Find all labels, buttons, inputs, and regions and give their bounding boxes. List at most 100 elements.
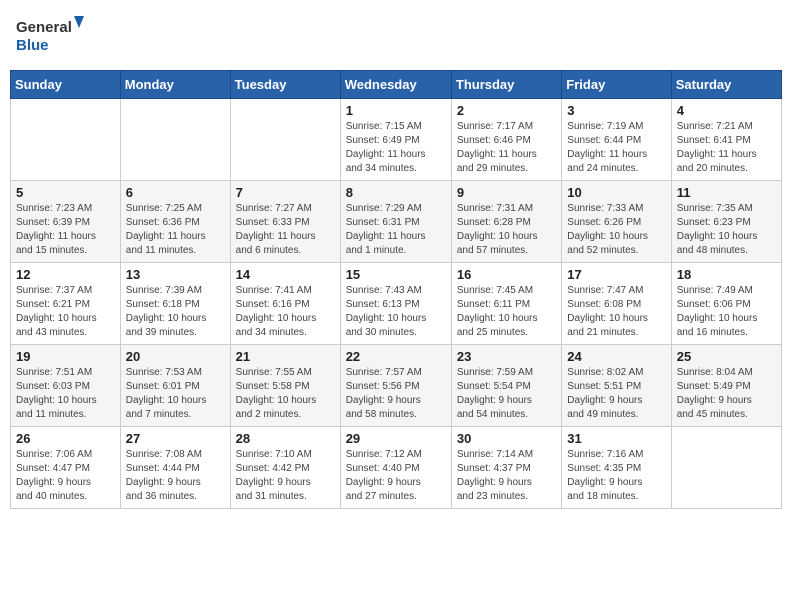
logo-svg: General Blue — [16, 14, 86, 58]
day-number: 4 — [677, 103, 776, 118]
logo: General Blue — [16, 14, 86, 58]
day-info: Sunrise: 7:55 AM Sunset: 5:58 PM Dayligh… — [236, 366, 335, 422]
weekday-header-cell: Sunday — [11, 71, 121, 99]
day-info: Sunrise: 7:29 AM Sunset: 6:31 PM Dayligh… — [346, 202, 446, 258]
calendar-cell: 5Sunrise: 7:23 AM Sunset: 6:39 PM Daylig… — [11, 181, 121, 263]
day-number: 22 — [346, 349, 446, 364]
calendar-cell: 2 Sunrise: 7:17 AM Sunset: 6:46 PM Daylig… — [451, 99, 561, 181]
weekday-header-cell: Thursday — [451, 71, 561, 99]
day-info: Sunrise: 7:39 AM Sunset: 6:18 PM Dayligh… — [126, 284, 225, 340]
day-info: Sunrise: 7:27 AM Sunset: 6:33 PM Dayligh… — [236, 202, 335, 258]
calendar-cell: 22 Sunrise: 7:57 AM Sunset: 5:56 PM Dayli… — [340, 345, 451, 427]
calendar-cell: 28 Sunrise: 7:10 AM Sunset: 4:42 PM Dayli… — [230, 427, 340, 509]
day-info: Sunrise: 7:41 AM Sunset: 6:16 PM Dayligh… — [236, 284, 335, 340]
weekday-header-cell: Saturday — [671, 71, 781, 99]
day-info: Sunrise: 7:16 AM Sunset: 4:35 PM Dayligh… — [567, 448, 665, 504]
calendar-cell: 23 Sunrise: 7:59 AM Sunset: 5:54 PM Dayli… — [451, 345, 561, 427]
day-info: Sunrise: 7:25 AM Sunset: 6:36 PM Dayligh… — [126, 202, 225, 258]
day-number: 11 — [677, 185, 776, 200]
calendar-cell: 7 Sunrise: 7:27 AM Sunset: 6:33 PM Daylig… — [230, 181, 340, 263]
day-number: 1 — [346, 103, 446, 118]
calendar-cell: 4 Sunrise: 7:21 AM Sunset: 6:41 PM Daylig… — [671, 99, 781, 181]
day-info: Sunrise: 7:17 AM Sunset: 6:46 PM Dayligh… — [457, 120, 556, 176]
day-info: Sunrise: 7:31 AM Sunset: 6:28 PM Dayligh… — [457, 202, 556, 258]
calendar-body: 1 Sunrise: 7:15 AM Sunset: 6:49 PM Daylig… — [11, 99, 782, 509]
calendar-cell: 18 Sunrise: 7:49 AM Sunset: 6:06 PM Dayli… — [671, 263, 781, 345]
calendar-week-row: 5Sunrise: 7:23 AM Sunset: 6:39 PM Daylig… — [11, 181, 782, 263]
calendar-cell: 19Sunrise: 7:51 AM Sunset: 6:03 PM Dayli… — [11, 345, 121, 427]
day-number: 30 — [457, 431, 556, 446]
calendar-cell: 15Sunrise: 7:43 AM Sunset: 6:13 PM Dayli… — [340, 263, 451, 345]
day-info: Sunrise: 7:15 AM Sunset: 6:49 PM Dayligh… — [346, 120, 446, 176]
day-info: Sunrise: 7:45 AM Sunset: 6:11 PM Dayligh… — [457, 284, 556, 340]
calendar-cell: 1 Sunrise: 7:15 AM Sunset: 6:49 PM Daylig… — [340, 99, 451, 181]
calendar-cell: 24 Sunrise: 8:02 AM Sunset: 5:51 PM Dayli… — [562, 345, 671, 427]
weekday-header-row: SundayMondayTuesdayWednesdayThursdayFrid… — [11, 71, 782, 99]
svg-text:General: General — [16, 19, 72, 36]
calendar-cell: 13 Sunrise: 7:39 AM Sunset: 6:18 PM Dayli… — [120, 263, 230, 345]
weekday-header-cell: Wednesday — [340, 71, 451, 99]
day-number: 17 — [567, 267, 665, 282]
day-number: 20 — [126, 349, 225, 364]
day-number: 8 — [346, 185, 446, 200]
calendar-table: SundayMondayTuesdayWednesdayThursdayFrid… — [10, 70, 782, 509]
calendar-cell: 12 Sunrise: 7:37 AM Sunset: 6:21 PM Dayli… — [11, 263, 121, 345]
day-info: Sunrise: 7:49 AM Sunset: 6:06 PM Dayligh… — [677, 284, 776, 340]
calendar-cell: 17 Sunrise: 7:47 AM Sunset: 6:08 PM Dayli… — [562, 263, 671, 345]
day-number: 3 — [567, 103, 665, 118]
svg-text:Blue: Blue — [16, 37, 49, 54]
calendar-cell: 10Sunrise: 7:33 AM Sunset: 6:26 PM Dayli… — [562, 181, 671, 263]
day-number: 29 — [346, 431, 446, 446]
day-info: Sunrise: 7:21 AM Sunset: 6:41 PM Dayligh… — [677, 120, 776, 176]
calendar-cell: 26 Sunrise: 7:06 AM Sunset: 4:47 PM Dayli… — [11, 427, 121, 509]
day-info: Sunrise: 7:06 AM Sunset: 4:47 PM Dayligh… — [16, 448, 115, 504]
calendar-cell: 25Sunrise: 8:04 AM Sunset: 5:49 PM Dayli… — [671, 345, 781, 427]
day-number: 15 — [346, 267, 446, 282]
day-info: Sunrise: 7:14 AM Sunset: 4:37 PM Dayligh… — [457, 448, 556, 504]
calendar-cell — [671, 427, 781, 509]
day-info: Sunrise: 7:47 AM Sunset: 6:08 PM Dayligh… — [567, 284, 665, 340]
calendar-cell — [230, 99, 340, 181]
calendar-week-row: 1 Sunrise: 7:15 AM Sunset: 6:49 PM Daylig… — [11, 99, 782, 181]
day-number: 27 — [126, 431, 225, 446]
calendar-cell: 16 Sunrise: 7:45 AM Sunset: 6:11 PM Dayli… — [451, 263, 561, 345]
day-info: Sunrise: 7:08 AM Sunset: 4:44 PM Dayligh… — [126, 448, 225, 504]
day-number: 14 — [236, 267, 335, 282]
day-info: Sunrise: 7:59 AM Sunset: 5:54 PM Dayligh… — [457, 366, 556, 422]
day-number: 13 — [126, 267, 225, 282]
day-info: Sunrise: 7:12 AM Sunset: 4:40 PM Dayligh… — [346, 448, 446, 504]
weekday-header-cell: Friday — [562, 71, 671, 99]
day-number: 31 — [567, 431, 665, 446]
day-number: 18 — [677, 267, 776, 282]
day-number: 9 — [457, 185, 556, 200]
calendar-cell: 8 Sunrise: 7:29 AM Sunset: 6:31 PM Daylig… — [340, 181, 451, 263]
day-info: Sunrise: 7:19 AM Sunset: 6:44 PM Dayligh… — [567, 120, 665, 176]
day-info: Sunrise: 8:02 AM Sunset: 5:51 PM Dayligh… — [567, 366, 665, 422]
day-number: 19 — [16, 349, 115, 364]
day-number: 2 — [457, 103, 556, 118]
day-number: 16 — [457, 267, 556, 282]
calendar-week-row: 19Sunrise: 7:51 AM Sunset: 6:03 PM Dayli… — [11, 345, 782, 427]
calendar-cell: 11Sunrise: 7:35 AM Sunset: 6:23 PM Dayli… — [671, 181, 781, 263]
calendar-cell — [11, 99, 121, 181]
day-info: Sunrise: 7:10 AM Sunset: 4:42 PM Dayligh… — [236, 448, 335, 504]
calendar-week-row: 12 Sunrise: 7:37 AM Sunset: 6:21 PM Dayli… — [11, 263, 782, 345]
day-info: Sunrise: 7:53 AM Sunset: 6:01 PM Dayligh… — [126, 366, 225, 422]
calendar-cell — [120, 99, 230, 181]
day-number: 12 — [16, 267, 115, 282]
day-number: 26 — [16, 431, 115, 446]
day-number: 21 — [236, 349, 335, 364]
day-number: 7 — [236, 185, 335, 200]
header: General Blue — [10, 10, 782, 62]
day-number: 28 — [236, 431, 335, 446]
day-number: 24 — [567, 349, 665, 364]
day-number: 25 — [677, 349, 776, 364]
calendar-cell: 6 Sunrise: 7:25 AM Sunset: 6:36 PM Daylig… — [120, 181, 230, 263]
day-number: 23 — [457, 349, 556, 364]
day-info: Sunrise: 7:37 AM Sunset: 6:21 PM Dayligh… — [16, 284, 115, 340]
day-info: Sunrise: 7:57 AM Sunset: 5:56 PM Dayligh… — [346, 366, 446, 422]
calendar-week-row: 26 Sunrise: 7:06 AM Sunset: 4:47 PM Dayli… — [11, 427, 782, 509]
calendar-cell: 3 Sunrise: 7:19 AM Sunset: 6:44 PM Daylig… — [562, 99, 671, 181]
calendar-cell: 20 Sunrise: 7:53 AM Sunset: 6:01 PM Dayli… — [120, 345, 230, 427]
day-number: 6 — [126, 185, 225, 200]
